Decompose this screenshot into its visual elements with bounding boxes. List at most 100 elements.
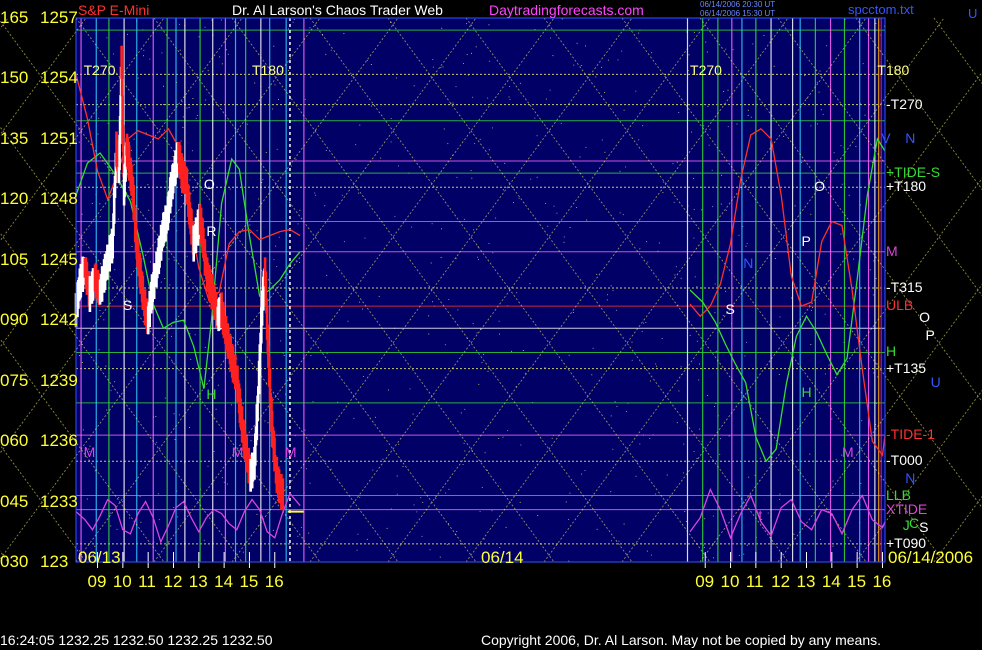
noise-dot — [545, 98, 547, 100]
corner-mark: U — [968, 6, 978, 21]
marker-label: P — [801, 232, 811, 249]
noise-dot — [655, 363, 657, 365]
noise-dot — [518, 197, 520, 199]
noise-dot — [680, 277, 682, 279]
noise-dot — [398, 443, 400, 445]
noise-dot — [612, 448, 614, 450]
noise-dot — [744, 397, 746, 399]
noise-dot — [272, 529, 274, 531]
noise-dot — [607, 294, 608, 296]
noise-dot — [310, 76, 312, 78]
noise-dot — [840, 145, 842, 147]
noise-dot — [488, 243, 490, 244]
marker-label: M — [83, 444, 96, 461]
noise-dot — [173, 413, 175, 415]
noise-dot — [651, 554, 652, 556]
noise-dot — [596, 273, 598, 275]
noise-dot — [117, 218, 119, 220]
noise-dot — [693, 31, 695, 33]
site-link[interactable]: Daytradingforecasts.com — [489, 2, 644, 18]
noise-dot — [177, 516, 179, 518]
noise-dot — [619, 212, 621, 214]
noise-dot — [264, 420, 266, 422]
noise-dot — [356, 549, 358, 551]
noise-dot — [747, 109, 749, 111]
noise-dot — [728, 435, 730, 437]
noise-dot — [818, 91, 820, 93]
noise-dot — [402, 466, 404, 467]
noise-dot — [615, 309, 617, 311]
noise-dot — [638, 32, 640, 34]
noise-dot — [456, 531, 458, 532]
noise-dot — [625, 166, 627, 168]
noise-dot — [363, 376, 364, 377]
noise-dot — [864, 114, 866, 116]
noise-dot — [699, 363, 700, 365]
noise-dot — [121, 285, 122, 287]
noise-dot — [341, 194, 343, 196]
y-tick-left: 090 — [0, 310, 29, 330]
noise-dot — [835, 458, 837, 460]
noise-dot — [441, 27, 443, 29]
y-tick-left: 030 — [0, 552, 29, 571]
y-tick-left: 105 — [0, 249, 29, 269]
noise-dot — [651, 52, 653, 54]
y-tick-price: 1245 — [40, 249, 78, 269]
noise-dot — [94, 470, 96, 472]
noise-dot — [513, 202, 514, 203]
noise-dot — [191, 150, 193, 152]
noise-dot — [295, 158, 297, 160]
noise-dot — [77, 246, 79, 248]
noise-dot — [213, 451, 215, 452]
noise-dot — [816, 123, 818, 125]
noise-dot — [816, 81, 818, 83]
noise-dot — [330, 468, 332, 470]
noise-dot — [722, 314, 724, 316]
noise-dot — [516, 292, 518, 294]
noise-dot — [386, 449, 388, 451]
noise-dot — [343, 33, 345, 34]
noise-dot — [347, 320, 349, 322]
noise-dot — [471, 177, 473, 179]
noise-dot — [544, 367, 546, 369]
noise-dot — [745, 245, 747, 247]
noise-dot — [536, 135, 538, 137]
noise-dot — [173, 507, 175, 508]
noise-dot — [676, 161, 678, 163]
right-level-label: -T000 — [886, 452, 923, 469]
noise-dot — [181, 195, 183, 196]
noise-dot — [572, 312, 574, 313]
noise-dot — [278, 99, 279, 100]
top-cycle-label: T270 — [83, 62, 116, 78]
noise-dot — [171, 335, 172, 337]
noise-dot — [804, 75, 806, 76]
y-tick-price: 1239 — [40, 370, 78, 390]
noise-dot — [576, 207, 577, 208]
noise-dot — [719, 453, 721, 455]
noise-dot — [182, 127, 184, 128]
noise-dot — [411, 226, 413, 228]
noise-dot — [288, 70, 289, 71]
noise-dot — [676, 422, 678, 424]
noise-dot — [309, 27, 311, 29]
noise-dot — [720, 438, 721, 440]
noise-dot — [168, 258, 170, 260]
noise-dot — [227, 483, 228, 485]
noise-dot — [606, 299, 608, 301]
noise-dot — [701, 209, 703, 211]
top-cycle-label: T270 — [690, 62, 722, 78]
noise-dot — [188, 106, 190, 108]
noise-dot — [180, 140, 182, 142]
noise-dot — [767, 512, 769, 514]
noise-dot — [133, 138, 135, 140]
noise-dot — [164, 397, 166, 399]
noise-dot — [806, 97, 808, 99]
noise-dot — [275, 245, 277, 247]
noise-dot — [280, 340, 282, 342]
x-tick-label: 16 — [264, 572, 284, 591]
noise-dot — [98, 349, 100, 351]
noise-dot — [610, 285, 612, 287]
chart-screenshot: S&P E-Mini Dr. Al Larson's Chaos Trader … — [0, 0, 982, 650]
noise-dot — [623, 523, 625, 525]
right-level-label: +T135 — [886, 359, 927, 376]
